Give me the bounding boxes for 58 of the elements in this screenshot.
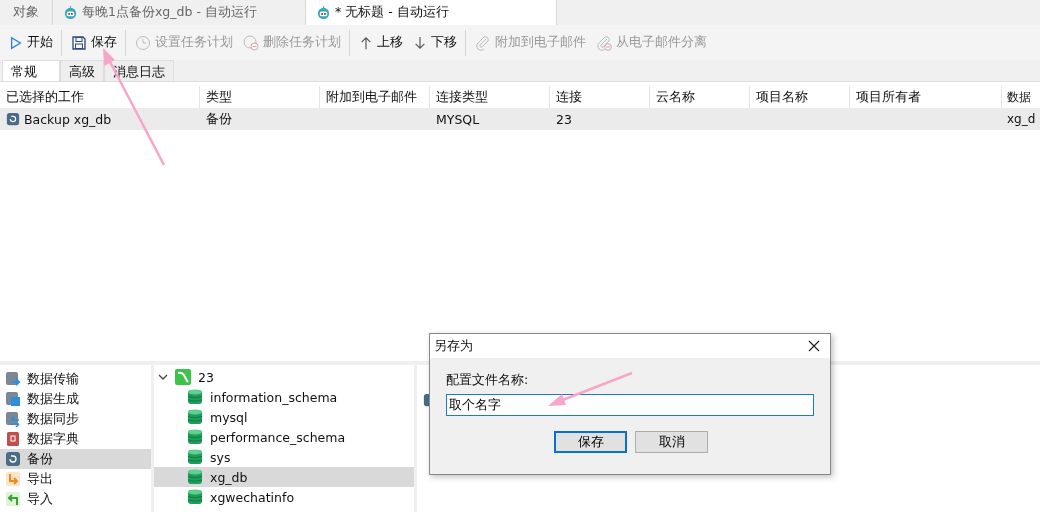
tab[interactable]: 高级	[60, 60, 104, 81]
close-icon	[808, 340, 820, 352]
job-type-item[interactable]: 数据生成	[0, 389, 151, 409]
database-item[interactable]: xg_db	[154, 467, 414, 487]
arrow-down-icon	[413, 34, 427, 51]
field-label: 配置文件名称:	[446, 372, 530, 389]
toolbar-button[interactable]: 开始	[4, 29, 62, 56]
dictionary-icon	[5, 431, 21, 447]
generate-icon	[5, 391, 21, 407]
robot-icon	[63, 5, 78, 20]
dialog-title: 另存为	[434, 337, 473, 355]
arrow-up-icon	[359, 34, 373, 51]
paperclip-remove-icon	[596, 34, 612, 51]
job-type-item[interactable]: 数据同步	[0, 409, 151, 429]
backup-icon	[5, 451, 21, 467]
job-type-item[interactable]: 备份	[0, 449, 151, 469]
database-item[interactable]: sys	[154, 447, 414, 467]
database-icon	[188, 389, 202, 405]
connection-icon	[175, 369, 191, 385]
job-type-item[interactable]: 导出	[0, 469, 151, 489]
table-cell: 备份	[206, 110, 232, 128]
table-cell: xg_d	[1007, 112, 1036, 126]
sync-icon	[5, 411, 21, 427]
table-cell: 23	[556, 111, 572, 127]
database-item[interactable]: mysql	[154, 407, 414, 427]
table-cell: MYSQL	[436, 111, 480, 127]
database-icon	[188, 409, 202, 425]
toolbar-button[interactable]: 下移	[408, 29, 466, 56]
job-type-item[interactable]: 数据传输	[0, 369, 151, 389]
save-icon	[71, 34, 87, 51]
document-tab[interactable]: * 无标题 - 自动运行	[306, 0, 557, 25]
database-item[interactable]: information_schema	[154, 387, 414, 407]
remove-schedule-icon	[243, 34, 259, 51]
import-icon	[5, 491, 21, 507]
column-header[interactable]: 数据	[1002, 86, 1040, 108]
play-icon	[9, 34, 23, 51]
database-icon	[188, 429, 202, 445]
chevron-icon	[158, 372, 168, 382]
toolbar-button[interactable]: 上移	[354, 29, 408, 56]
export-icon	[5, 471, 21, 487]
database-icon	[188, 449, 202, 465]
dialog-button[interactable]: 保存	[554, 431, 627, 453]
paperclip-icon	[475, 34, 491, 51]
database-item[interactable]: xgwechatinfo	[154, 487, 414, 507]
database-icon	[188, 489, 202, 505]
transfer-icon	[5, 371, 21, 387]
table-cell: Backup xg_db	[24, 111, 112, 127]
dialog-button[interactable]: 取消	[635, 431, 708, 453]
robot-icon	[316, 5, 331, 20]
job-type-item[interactable]: 导入	[0, 489, 151, 509]
backup-icon	[6, 112, 20, 126]
database-icon	[188, 469, 202, 485]
input-field[interactable]: 取个名字	[446, 394, 814, 416]
tree-node[interactable]: 23	[154, 367, 414, 387]
job-type-item[interactable]: 数据字典	[0, 429, 151, 449]
clock-icon	[135, 34, 151, 51]
tab[interactable]: 常规	[2, 60, 60, 81]
database-item[interactable]: performance_schema	[154, 427, 414, 447]
